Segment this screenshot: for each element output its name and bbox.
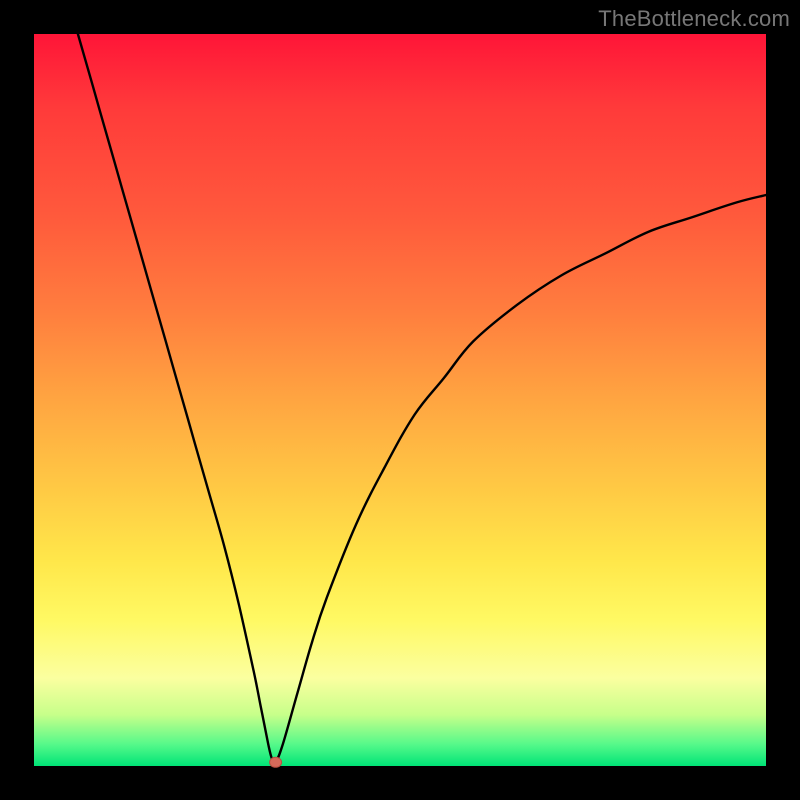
- bottleneck-curve-path: [78, 34, 766, 763]
- chart-frame: TheBottleneck.com: [0, 0, 800, 800]
- curve-svg: [34, 34, 766, 766]
- watermark-text: TheBottleneck.com: [598, 6, 790, 32]
- plot-area: [34, 34, 766, 766]
- optimum-marker: [270, 757, 282, 767]
